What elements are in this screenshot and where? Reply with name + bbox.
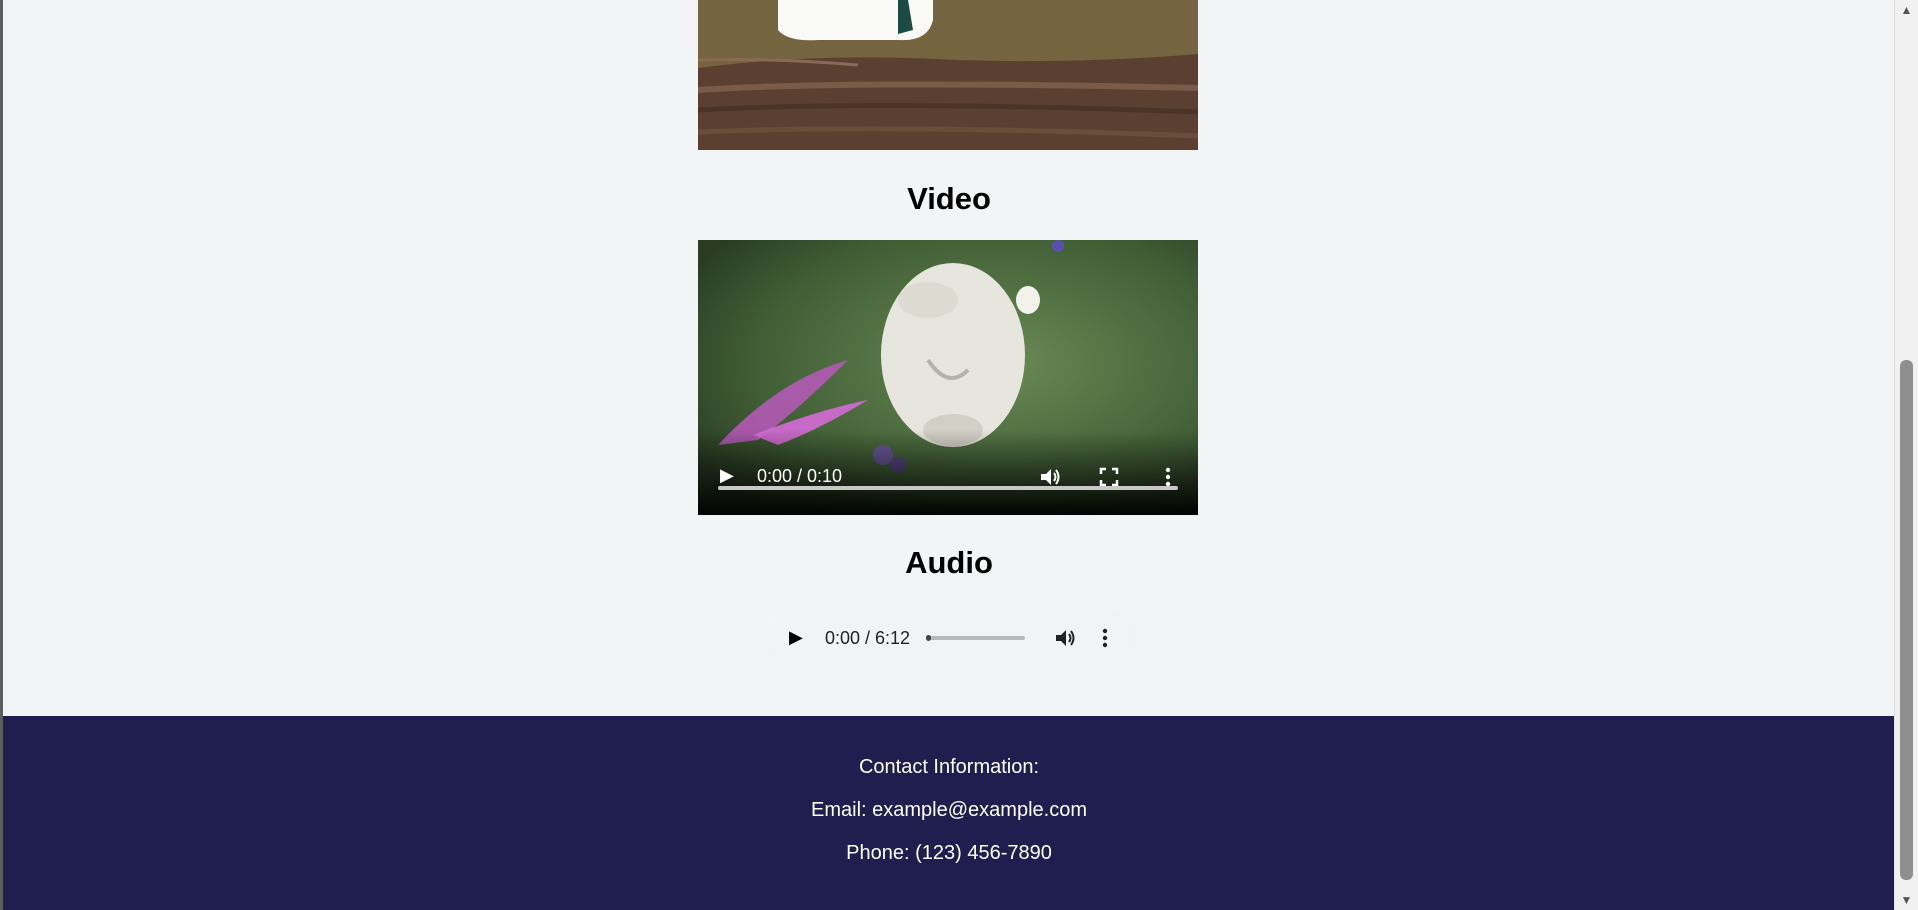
contact-label: Contact Information:	[858, 756, 1040, 778]
audio-progress-fill	[926, 635, 931, 641]
vertical-scrollbar[interactable]: ▲ ▼	[1894, 0, 1918, 910]
volume-icon[interactable]	[1038, 466, 1062, 488]
video-player[interactable]: ▶ 0:00 / 0:10	[698, 240, 1198, 515]
scroll-up-arrow-icon[interactable]: ▲	[1895, 0, 1918, 20]
contact-email: Email: example@example.com	[811, 799, 1087, 821]
audio-time: 0:00 / 6:12	[825, 628, 911, 648]
more-options-icon[interactable]	[1164, 466, 1172, 488]
fullscreen-icon[interactable]	[1099, 467, 1119, 487]
audio-player[interactable]: ▶ 0:00 / 6:12	[767, 609, 1134, 666]
play-icon[interactable]: ▶	[789, 628, 803, 646]
video-controls-overlay: ▶ 0:00 / 0:10	[698, 430, 1198, 515]
video-progress-bar[interactable]	[718, 486, 1178, 490]
video-heading: Video	[907, 181, 991, 216]
volume-icon[interactable]	[1053, 627, 1077, 649]
site-footer: Contact Information: Email: example@exam…	[3, 716, 1895, 910]
dog-image	[698, 0, 1198, 150]
scroll-down-arrow-icon[interactable]: ▼	[1895, 890, 1918, 910]
audio-heading: Audio	[905, 545, 993, 580]
contact-phone: Phone: (123) 456-7890	[846, 842, 1052, 864]
dog-image-art	[698, 0, 1198, 150]
scroll-thumb[interactable]	[1900, 360, 1913, 880]
video-time: 0:00 / 0:10	[757, 466, 843, 486]
play-icon[interactable]: ▶	[720, 466, 734, 484]
audio-progress-bar[interactable]	[926, 635, 1025, 641]
browser-viewport: Video ▶ 0:00 / 0:10 Audio ▶ 0:00 / 6:12 …	[0, 0, 1918, 910]
more-options-icon[interactable]	[1101, 627, 1109, 649]
